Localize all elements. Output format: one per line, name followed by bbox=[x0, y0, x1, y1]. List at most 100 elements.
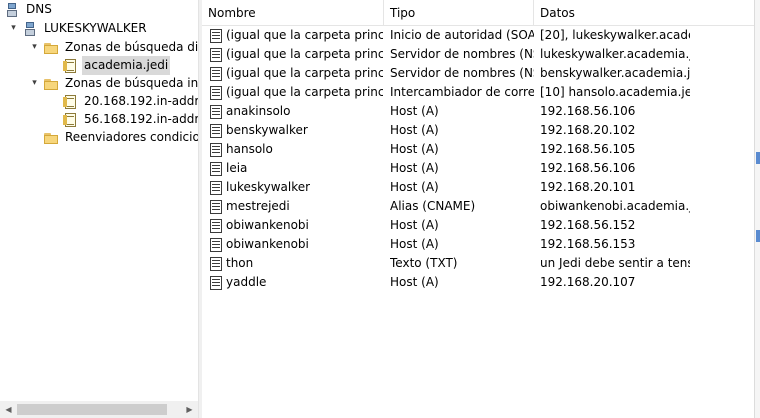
dns-record-icon bbox=[208, 161, 224, 177]
record-name: obiwankenobi bbox=[226, 218, 309, 232]
tree-horizontal-scrollbar[interactable]: ◀ ▶ bbox=[0, 401, 198, 418]
record-name-cell: (igual que la carpeta principal) bbox=[208, 45, 383, 64]
record-type: Host (A) bbox=[390, 218, 439, 232]
record-name-cell: leia bbox=[208, 159, 383, 178]
scroll-right-arrow-icon[interactable]: ▶ bbox=[181, 401, 198, 418]
tree-label-dns: DNS bbox=[26, 2, 52, 16]
dns-record-icon bbox=[208, 123, 224, 139]
record-name: leia bbox=[226, 161, 248, 175]
records-list: Nombre Tipo Datos (igual que la carpeta … bbox=[202, 0, 754, 418]
column-header-type[interactable]: Tipo bbox=[384, 0, 534, 25]
console-tree: DNS ▾ LUKESKYWALKER ▾ Zonas de búsqueda … bbox=[0, 0, 198, 418]
zone-icon bbox=[62, 112, 78, 128]
tree-label-reverse-2: 56.168.192.in-addr.arpa bbox=[84, 112, 198, 126]
record-name-cell: obiwankenobi bbox=[208, 216, 383, 235]
collapse-chevron-icon[interactable]: ▾ bbox=[29, 74, 40, 93]
record-name-cell: (igual que la carpeta principal) bbox=[208, 26, 383, 45]
tree-label-reverse-1: 20.168.192.in-addr.arpa bbox=[84, 94, 198, 108]
dns-record-icon bbox=[208, 256, 224, 272]
table-row[interactable]: anakinsolo Host (A) 192.168.56.106 bbox=[202, 102, 754, 121]
record-name-cell: mestrejedi bbox=[208, 197, 383, 216]
edge-marker bbox=[756, 230, 760, 242]
zone-icon bbox=[62, 58, 78, 74]
record-data: lukeskywalker.academia.jedi. bbox=[540, 47, 690, 61]
table-row[interactable]: (igual que la carpeta principal) Inicio d… bbox=[202, 26, 754, 45]
record-data: benskywalker.academia.jedi. bbox=[540, 66, 690, 80]
tree-node-zone-academia[interactable]: academia.jedi bbox=[62, 56, 171, 75]
tree-label-reverse-zones: Zonas de búsqueda inversa bbox=[65, 76, 198, 90]
table-row[interactable]: (igual que la carpeta principal) Servidor… bbox=[202, 64, 754, 83]
record-name-cell: benskywalker bbox=[208, 121, 383, 140]
table-row[interactable]: benskywalker Host (A) 192.168.20.102 bbox=[202, 121, 754, 140]
record-data: un Jedi debe sentir a tensión bbox=[540, 256, 690, 270]
record-name: (igual que la carpeta principal) bbox=[226, 47, 383, 61]
dns-record-icon bbox=[208, 142, 224, 158]
record-data: [10] hansolo.academia.jedi. bbox=[540, 85, 690, 99]
record-name: anakinsolo bbox=[226, 104, 291, 118]
record-type: Host (A) bbox=[390, 104, 439, 118]
record-name: mestrejedi bbox=[226, 199, 290, 213]
record-type: Host (A) bbox=[390, 180, 439, 194]
edge-marker bbox=[756, 152, 760, 164]
dns-record-icon bbox=[208, 199, 224, 215]
table-row[interactable]: leia Host (A) 192.168.56.106 bbox=[202, 159, 754, 178]
record-type: Intercambiador de correo (MX) bbox=[390, 85, 534, 99]
record-name: yaddle bbox=[226, 275, 267, 289]
table-row[interactable]: (igual que la carpeta principal) Intercam… bbox=[202, 83, 754, 102]
record-data: 192.168.56.106 bbox=[540, 161, 636, 175]
tree-node-reverse-zones[interactable]: ▾ Zonas de búsqueda inversa bbox=[29, 74, 198, 93]
record-name: (igual que la carpeta principal) bbox=[226, 85, 383, 99]
record-data: 192.168.56.105 bbox=[540, 142, 636, 156]
dns-record-icon bbox=[208, 180, 224, 196]
record-type: Host (A) bbox=[390, 142, 439, 156]
record-name-cell: (igual que la carpeta principal) bbox=[208, 64, 383, 83]
tree-label-zone-academia: academia.jedi bbox=[82, 56, 171, 75]
collapse-chevron-icon[interactable]: ▾ bbox=[29, 38, 40, 57]
record-name: (igual que la carpeta principal) bbox=[226, 66, 383, 80]
table-row[interactable]: hansolo Host (A) 192.168.56.105 bbox=[202, 140, 754, 159]
record-name-cell: obiwankenobi bbox=[208, 235, 383, 254]
record-name: benskywalker bbox=[226, 123, 308, 137]
record-data: 192.168.20.101 bbox=[540, 180, 636, 194]
record-name: thon bbox=[226, 256, 254, 270]
scrollbar-thumb[interactable] bbox=[17, 404, 167, 415]
record-name-cell: lukeskywalker bbox=[208, 178, 383, 197]
record-name-cell: hansolo bbox=[208, 140, 383, 159]
record-data: 192.168.20.102 bbox=[540, 123, 636, 137]
tree-node-reverse-1[interactable]: 20.168.192.in-addr.arpa bbox=[62, 92, 198, 111]
tree-node-forwarders[interactable]: Reenviadores condicionales bbox=[43, 128, 198, 147]
tree-label-forward-zones: Zonas de búsqueda directa bbox=[65, 40, 198, 54]
record-type: Texto (TXT) bbox=[390, 256, 458, 270]
record-type: Alias (CNAME) bbox=[390, 199, 476, 213]
column-header-name[interactable]: Nombre bbox=[202, 0, 384, 25]
record-name-cell: anakinsolo bbox=[208, 102, 383, 121]
column-header-data[interactable]: Datos bbox=[534, 0, 754, 25]
tree-node-dns[interactable]: DNS bbox=[4, 0, 54, 19]
record-data: 192.168.56.152 bbox=[540, 218, 636, 232]
tree-node-reverse-2[interactable]: 56.168.192.in-addr.arpa bbox=[62, 110, 198, 129]
list-header: Nombre Tipo Datos bbox=[202, 0, 754, 26]
scroll-left-arrow-icon[interactable]: ◀ bbox=[0, 401, 17, 418]
tree-node-server[interactable]: ▾ LUKESKYWALKER bbox=[8, 19, 149, 38]
record-data: 192.168.56.106 bbox=[540, 104, 636, 118]
dns-record-icon bbox=[208, 28, 224, 44]
table-row[interactable]: (igual que la carpeta principal) Servidor… bbox=[202, 45, 754, 64]
right-edge-strip bbox=[754, 0, 760, 418]
record-data: 192.168.20.107 bbox=[540, 275, 636, 289]
dns-record-icon bbox=[208, 104, 224, 120]
dns-record-icon bbox=[208, 66, 224, 82]
zone-icon bbox=[62, 94, 78, 110]
table-row[interactable]: obiwankenobi Host (A) 192.168.56.153 bbox=[202, 235, 754, 254]
table-row[interactable]: lukeskywalker Host (A) 192.168.20.101 bbox=[202, 178, 754, 197]
record-type: Inicio de autoridad (SOA) bbox=[390, 28, 534, 42]
table-row[interactable]: yaddle Host (A) 192.168.20.107 bbox=[202, 273, 754, 292]
table-row[interactable]: mestrejedi Alias (CNAME) obiwankenobi.acad… bbox=[202, 197, 754, 216]
tree-node-forward-zones[interactable]: ▾ Zonas de búsqueda directa bbox=[29, 38, 198, 57]
record-name-cell: (igual que la carpeta principal) bbox=[208, 83, 383, 102]
record-name: obiwankenobi bbox=[226, 237, 309, 251]
dns-record-icon bbox=[208, 85, 224, 101]
table-row[interactable]: thon Texto (TXT) un Jedi debe sentir a ten… bbox=[202, 254, 754, 273]
table-row[interactable]: obiwankenobi Host (A) 192.168.56.152 bbox=[202, 216, 754, 235]
record-type: Host (A) bbox=[390, 237, 439, 251]
collapse-chevron-icon[interactable]: ▾ bbox=[8, 19, 19, 38]
